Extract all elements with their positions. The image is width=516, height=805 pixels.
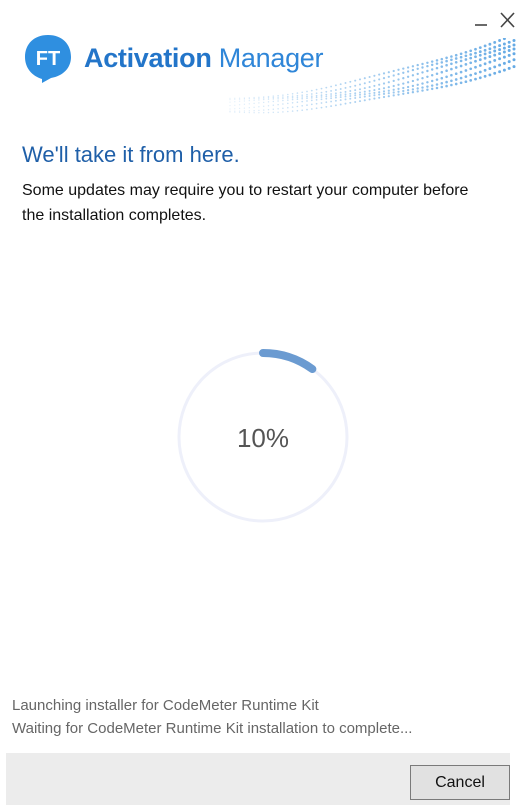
ft-logo-icon: FT	[25, 35, 71, 83]
footer-bar: Cancel	[6, 753, 510, 805]
page-title: We'll take it from here.	[22, 142, 240, 167]
log-line: Launching installer for CodeMeter Runtim…	[12, 697, 319, 714]
app-name: Activation Manager	[84, 42, 324, 74]
progress-percent: 10%	[236, 422, 290, 453]
close-button[interactable]	[498, 6, 516, 34]
installer-window: FT Activation Manager We'll take it from…	[0, 0, 516, 805]
app-name-bold: Activation	[84, 42, 212, 73]
brand-header: FT Activation Manager	[22, 32, 324, 84]
log-line: Waiting for CodeMeter Runtime Kit instal…	[12, 720, 413, 737]
minimize-icon	[475, 24, 487, 26]
cancel-button[interactable]: Cancel	[410, 765, 510, 800]
description-text: Some updates may require you to restart …	[22, 182, 469, 224]
minimize-button[interactable]	[472, 6, 490, 34]
window-controls	[472, 6, 516, 34]
status-log: Launching installer for CodeMeter Runtim…	[12, 694, 412, 740]
close-icon	[500, 12, 515, 28]
progress-ring: 10%	[170, 344, 356, 530]
logo-text: FT	[36, 48, 60, 70]
app-name-light: Manager	[211, 42, 324, 73]
